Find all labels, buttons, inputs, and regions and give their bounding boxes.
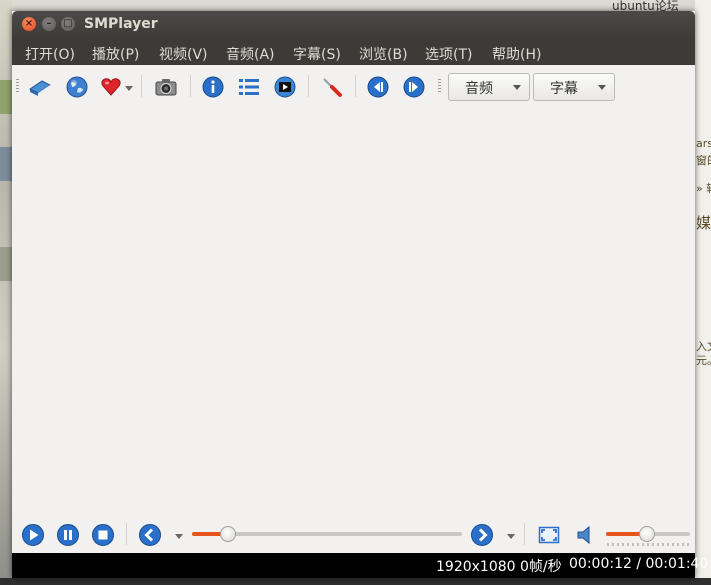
background-window-left xyxy=(0,0,12,585)
toolbar: 音频 字幕 xyxy=(12,65,695,107)
toolbar-grip[interactable] xyxy=(16,79,19,93)
forward-dropdown-arrow[interactable] xyxy=(507,534,515,539)
playlist-icon[interactable] xyxy=(237,75,261,99)
volume-speaker-icon[interactable] xyxy=(574,523,598,547)
menu-help[interactable]: 帮助(H) xyxy=(492,44,541,64)
control-separator xyxy=(524,523,525,545)
open-file-icon[interactable] xyxy=(28,75,52,99)
close-window-button[interactable]: × xyxy=(22,17,36,31)
background-text: » 转 xyxy=(696,182,711,195)
volume-slider-knob[interactable] xyxy=(639,526,655,542)
background-text: arsh xyxy=(696,137,711,150)
volume-slider[interactable] xyxy=(606,526,690,542)
toolbar-grip[interactable] xyxy=(438,79,441,93)
audio-track-value: 音频 xyxy=(465,81,493,97)
background-text: 元。 xyxy=(696,354,711,367)
audio-track-combo[interactable]: 音频 xyxy=(448,73,530,101)
background-text: 窗的 xyxy=(696,154,711,167)
background-window-right: arsh 窗的 » 转 媒体 入文 元。 xyxy=(695,0,711,585)
preferences-screwdriver-icon[interactable] xyxy=(320,75,344,99)
background-thumbnail xyxy=(0,247,12,281)
toolbar-separator xyxy=(141,75,142,97)
volume-ticks xyxy=(607,543,689,546)
rewind-icon[interactable] xyxy=(138,523,162,547)
menu-open[interactable]: 打开(O) xyxy=(25,44,75,64)
background-text: 媒体 xyxy=(696,214,711,232)
control-bar xyxy=(12,515,695,553)
menu-play[interactable]: 播放(P) xyxy=(92,44,139,64)
taskbar-bottom xyxy=(0,578,711,585)
media-film-icon[interactable] xyxy=(273,75,297,99)
screenshot-camera-icon[interactable] xyxy=(154,75,178,99)
desktop-topbar: 星 ubuntu论坛 xyxy=(0,0,711,13)
smplayer-window: × – □ SMPlayer 打开(O) 播放(P) 视频(V) 音频(A) 字… xyxy=(12,11,708,578)
pause-icon[interactable] xyxy=(56,523,80,547)
menu-video[interactable]: 视频(V) xyxy=(159,44,208,64)
minimize-window-button[interactable]: – xyxy=(42,17,56,31)
status-bar: 1920x1080 0帧/秒 00:00:12 / 00:01:40 xyxy=(12,553,708,578)
toolbar-separator xyxy=(308,75,309,97)
playback-time: 00:00:12 / 00:01:40 xyxy=(569,556,709,572)
rewind-dropdown-arrow[interactable] xyxy=(175,534,183,539)
background-thumbnail xyxy=(0,147,12,181)
favorites-dropdown-arrow[interactable] xyxy=(125,86,133,91)
video-resolution-fps: 1920x1080 0帧/秒 xyxy=(436,559,562,575)
next-icon[interactable] xyxy=(402,75,426,99)
open-url-globe-icon[interactable] xyxy=(65,75,89,99)
info-icon[interactable] xyxy=(201,75,225,99)
subtitle-track-combo[interactable]: 字幕 xyxy=(533,73,615,101)
video-display-area[interactable] xyxy=(12,107,695,515)
seek-slider[interactable] xyxy=(192,526,462,542)
subtitle-track-value: 字幕 xyxy=(550,81,578,97)
play-icon[interactable] xyxy=(21,523,45,547)
toolbar-separator xyxy=(355,75,356,97)
menu-bar: 打开(O) 播放(P) 视频(V) 音频(A) 字幕(S) 浏览(B) 选项(T… xyxy=(12,39,695,65)
toolbar-separator xyxy=(190,75,191,97)
forward-icon[interactable] xyxy=(470,523,494,547)
menu-browse[interactable]: 浏览(B) xyxy=(359,44,408,64)
menu-options[interactable]: 选项(T) xyxy=(425,44,472,64)
fullscreen-icon[interactable] xyxy=(537,523,561,547)
previous-icon[interactable] xyxy=(366,75,390,99)
stop-icon[interactable] xyxy=(91,523,115,547)
window-title: SMPlayer xyxy=(84,16,158,32)
title-bar[interactable]: × – □ SMPlayer xyxy=(12,11,695,39)
background-thumbnail xyxy=(0,80,12,114)
seek-slider-knob[interactable] xyxy=(220,526,236,542)
favorites-heart-icon[interactable] xyxy=(100,75,124,99)
menu-audio[interactable]: 音频(A) xyxy=(226,44,275,64)
maximize-window-button[interactable]: □ xyxy=(61,17,75,31)
control-separator xyxy=(126,523,127,545)
menu-subtitles[interactable]: 字幕(S) xyxy=(293,44,341,64)
chevron-down-icon xyxy=(513,85,521,90)
chevron-down-icon xyxy=(598,85,606,90)
